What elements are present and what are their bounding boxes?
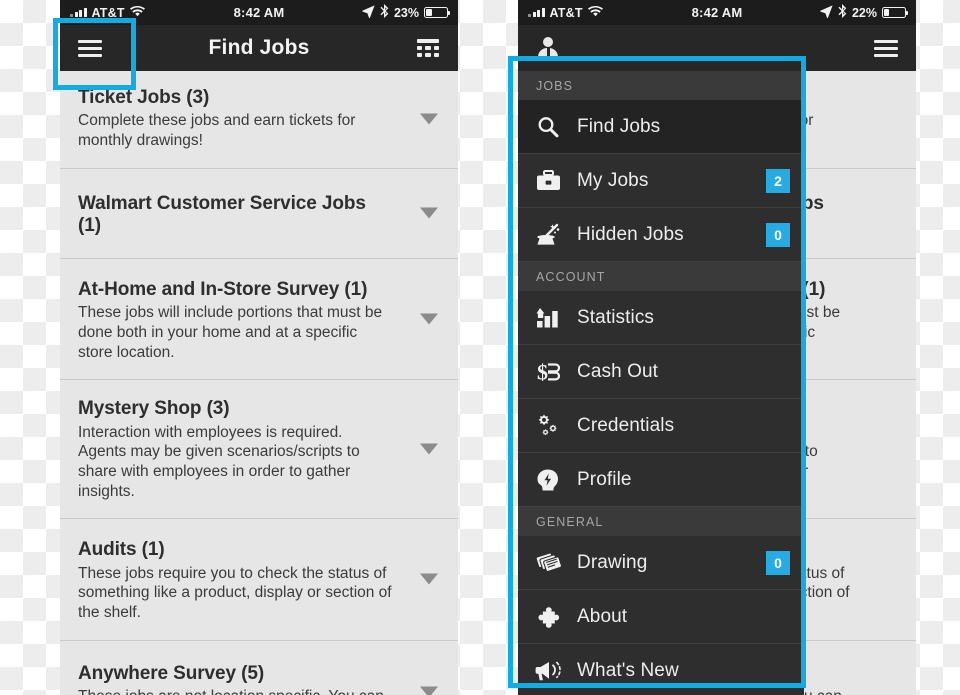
job-category-row[interactable]: Anywhere Survey (5) These jobs are not l… [60, 640, 458, 695]
drawer-item-badge: 0 [766, 222, 790, 247]
job-category-title: Ticket Jobs (3) [78, 87, 210, 108]
list-grid-button[interactable] [398, 25, 458, 71]
job-category-description: Interaction with employees is required. … [78, 423, 360, 500]
drawer-item-label: My Jobs [577, 169, 649, 191]
battery-percent-label: 22% [851, 5, 877, 20]
bar-chart-icon [535, 305, 561, 331]
job-category-description: These jobs are not location specific. Yo… [78, 687, 440, 695]
hamburger-menu-icon [78, 39, 102, 57]
list-grid-icon [417, 39, 439, 57]
drawer-item-cash-out[interactable]: $ Cash Out [518, 345, 804, 399]
megaphone-icon [535, 658, 561, 684]
head-bolt-icon [535, 467, 561, 493]
drawer-item-label: What's New [577, 659, 679, 681]
phone-screenshot-right: AT&T 8:42 AM 22% for (1) be to status of… [518, 0, 916, 695]
chevron-down-icon[interactable] [420, 207, 438, 219]
drawer-section-header-general: GENERAL [518, 507, 804, 536]
drawer-item-label: Find Jobs [577, 115, 661, 137]
drawer-item-about[interactable]: About [518, 590, 804, 644]
chevron-down-icon[interactable] [420, 113, 438, 125]
drawer-item-label: Cash Out [577, 360, 659, 382]
bluetooth-icon [838, 4, 847, 21]
job-category-row[interactable]: Walmart Customer Service Jobs (1) [60, 168, 458, 259]
magic-hat-icon [535, 222, 561, 248]
drawer-item-badge: 0 [766, 550, 790, 575]
profile-button[interactable] [518, 25, 578, 71]
chevron-down-icon[interactable] [420, 313, 438, 325]
drawer-item-label: About [577, 605, 628, 627]
job-category-description: Complete these jobs and earn tickets for… [78, 112, 356, 150]
job-category-title: Walmart Customer Service Jobs (1) [78, 192, 366, 237]
status-bar-right: AT&T 8:42 AM 22% [518, 0, 916, 25]
briefcase-icon [535, 168, 561, 194]
drawer-section-header-account: ACCOUNT [518, 262, 804, 291]
hamburger-menu-button[interactable] [856, 25, 916, 71]
status-bar-right-group: 22% [820, 4, 909, 21]
drawer-item-label: Profile [577, 468, 632, 490]
job-category-title: Audits (1) [78, 539, 165, 561]
job-category-title: Mystery Shop (3) [78, 398, 230, 420]
location-arrow-icon [820, 4, 833, 21]
drawer-item-label: Statistics [577, 306, 655, 328]
job-category-description: These jobs will include portions that mu… [78, 304, 383, 361]
job-category-title: At-Home and In-Store Survey (1) [78, 278, 368, 300]
drawer-item-whats-new[interactable]: What's New [518, 644, 804, 695]
drawer-item-label: Drawing [577, 551, 648, 573]
chevron-down-icon[interactable] [420, 443, 438, 455]
phone-screenshot-left: AT&T 8:42 AM 23% Find Jobs Ticket Jobs (… [60, 0, 458, 695]
drawer-item-profile[interactable]: Profile [518, 453, 804, 507]
battery-percent-label: 23% [393, 5, 419, 20]
navigation-drawer[interactable]: JOBS Find Jobs My Jobs 2 Hidden Jobs 0 A… [518, 71, 804, 695]
drawer-item-label: Credentials [577, 414, 675, 436]
job-category-row[interactable]: At-Home and In-Store Survey (1) These jo… [60, 258, 458, 381]
person-avatar-icon [538, 37, 558, 59]
hamburger-menu-icon [874, 39, 898, 57]
svg-text:$: $ [537, 360, 548, 384]
job-category-row[interactable]: Mystery Shop (3) Interaction with employ… [60, 380, 458, 520]
drawer-item-drawing[interactable]: Drawing 0 [518, 536, 804, 590]
chevron-down-icon[interactable] [420, 573, 438, 585]
status-bar-left: AT&T 8:42 AM 23% [60, 0, 458, 25]
drawer-item-badge: 2 [766, 168, 790, 193]
drawer-item-hidden-jobs[interactable]: Hidden Jobs 0 [518, 208, 804, 262]
battery-icon [882, 7, 909, 18]
job-category-list[interactable]: Ticket Jobs (3) Complete these jobs and … [60, 71, 458, 695]
dollar-icon: $ [535, 359, 561, 385]
battery-icon [424, 7, 451, 18]
gears-icon [535, 413, 561, 439]
job-category-title: Anywhere Survey (5) [78, 662, 265, 684]
bluetooth-icon [380, 4, 389, 21]
hamburger-menu-button[interactable] [60, 25, 120, 71]
drawer-item-credentials[interactable]: Credentials [518, 399, 804, 453]
drawer-item-my-jobs[interactable]: My Jobs 2 [518, 154, 804, 208]
nav-bar-left: Find Jobs [60, 25, 458, 71]
tickets-icon [535, 550, 561, 576]
location-arrow-icon [362, 4, 375, 21]
nav-bar-right [518, 25, 916, 71]
puzzle-icon [535, 604, 561, 630]
drawer-item-statistics[interactable]: Statistics [518, 291, 804, 345]
drawer-item-find-jobs[interactable]: Find Jobs [518, 100, 804, 154]
drawer-section-header-jobs: JOBS [518, 71, 804, 100]
drawer-item-label: Hidden Jobs [577, 223, 684, 245]
job-category-row[interactable]: Ticket Jobs (3) Complete these jobs and … [60, 71, 458, 169]
job-category-description: These jobs require you to check the stat… [78, 564, 392, 622]
job-category-row[interactable]: Audits (1) These jobs require you to che… [60, 519, 458, 641]
status-bar-right-group: 23% [362, 4, 451, 21]
magnifier-icon [535, 114, 561, 140]
chevron-down-icon[interactable] [420, 686, 438, 695]
